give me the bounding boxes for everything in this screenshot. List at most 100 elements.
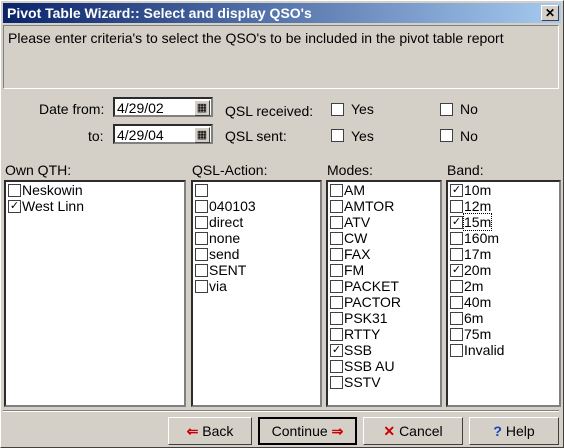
modes-item[interactable]: PSK31 [330, 310, 388, 326]
checked-checkbox-icon[interactable]: ✓ [450, 215, 463, 229]
checkbox-icon[interactable] [330, 231, 343, 245]
qsl-received-label: QSL received: [225, 103, 314, 119]
back-label: Back [202, 423, 234, 439]
checked-checkbox-icon[interactable]: ✓ [450, 263, 463, 277]
checkbox-icon[interactable] [330, 359, 343, 373]
checkbox-icon[interactable] [330, 375, 343, 389]
calendar-icon[interactable]: ▦ [194, 127, 210, 143]
qsl-received-yes-checkbox[interactable] [331, 103, 344, 116]
date-from-field[interactable]: 4/29/02 ▦ [113, 97, 213, 117]
modes-item[interactable]: AMTOR [330, 198, 394, 214]
modes-list[interactable]: AM AMTOR ATV CW FAX FM PACKET PACTOR PSK31 RTTY ✓ S… [326, 180, 442, 407]
help-button[interactable]: ? Help [469, 417, 559, 445]
band-list[interactable]: ✓ 10m 12m ✓ 15m 160m 17m ✓ 20m 2m 40m 6m 75m Invalid [446, 180, 561, 407]
checkbox-icon[interactable] [330, 215, 343, 229]
band-item[interactable]: 2m [450, 278, 483, 294]
checkbox-icon[interactable] [195, 231, 208, 245]
checkbox-icon[interactable] [330, 327, 343, 341]
item-label: PSK31 [344, 310, 388, 326]
separator [3, 410, 559, 412]
checkbox-icon[interactable] [8, 183, 21, 197]
modes-item[interactable]: PACKET [330, 278, 399, 294]
checkbox-icon[interactable] [450, 231, 463, 245]
checkbox-icon[interactable] [330, 199, 343, 213]
modes-item[interactable]: PACTOR [330, 294, 401, 310]
modes-item[interactable]: AM [330, 182, 365, 198]
left-arrow-icon: ⇐ [186, 423, 199, 439]
band-item[interactable]: 160m [450, 230, 499, 246]
checkbox-icon[interactable] [330, 279, 343, 293]
qsl-sent-no-checkbox[interactable] [440, 129, 453, 142]
date-to-label: to: [88, 128, 104, 144]
qsl-sent-yes-checkbox[interactable] [331, 129, 344, 142]
item-label: send [209, 246, 240, 262]
checkbox-icon[interactable] [450, 311, 463, 325]
checkbox-icon[interactable] [330, 295, 343, 309]
qsl-action-item[interactable]: 040103 [195, 198, 256, 214]
checked-checkbox-icon[interactable]: ✓ [8, 199, 21, 213]
checkbox-icon[interactable] [450, 247, 463, 261]
modes-item[interactable]: ✓ SSB [330, 342, 372, 358]
qsl-action-item[interactable]: none [195, 230, 240, 246]
own-qth-item[interactable]: Neskowin [8, 182, 83, 198]
modes-item[interactable]: ATV [330, 214, 370, 230]
item-label: CW [344, 230, 368, 246]
qsl-action-label: QSL-Action: [192, 162, 268, 178]
help-question-icon: ? [493, 423, 502, 439]
own-qth-item[interactable]: ✓ West Linn [8, 198, 84, 214]
modes-item[interactable]: FM [330, 262, 364, 278]
item-label: 10m [464, 182, 492, 198]
checkbox-icon[interactable] [195, 215, 208, 229]
back-button[interactable]: ⇐ Back [168, 417, 252, 445]
qsl-action-item[interactable]: via [195, 278, 227, 294]
instruction-box: Please enter criteria's to select the QS… [3, 25, 559, 89]
checkbox-icon[interactable] [450, 199, 463, 213]
cancel-button[interactable]: ✕ Cancel [363, 417, 463, 445]
date-to-field[interactable]: 4/29/04 ▦ [113, 124, 213, 144]
band-item[interactable]: ✓ 10m [450, 182, 491, 198]
checkbox-icon[interactable] [450, 295, 463, 309]
checkbox-icon[interactable] [450, 327, 463, 341]
qsl-action-list[interactable]: 040103 direct none send SENT via [191, 180, 322, 407]
qsl-action-item[interactable]: send [195, 246, 239, 262]
checkbox-icon[interactable] [195, 279, 208, 293]
qsl-sent-no-label: No [460, 128, 478, 144]
item-label: none [209, 230, 241, 246]
close-button[interactable]: ✕ [541, 5, 559, 21]
band-item[interactable]: ✓ 15m [450, 213, 493, 231]
modes-item[interactable]: CW [330, 230, 367, 246]
band-item[interactable]: 75m [450, 326, 491, 342]
band-item[interactable]: 17m [450, 246, 491, 262]
band-item[interactable]: ✓ 20m [450, 262, 491, 278]
checked-checkbox-icon[interactable]: ✓ [330, 343, 343, 357]
modes-item[interactable]: FAX [330, 246, 370, 262]
checkbox-icon[interactable] [330, 311, 343, 325]
checkbox-icon[interactable] [450, 343, 463, 357]
checkbox-icon[interactable] [195, 183, 208, 197]
qsl-action-item[interactable] [195, 182, 209, 198]
checkbox-icon[interactable] [330, 263, 343, 277]
continue-button[interactable]: Continue ⇒ [258, 417, 357, 445]
qsl-received-no-checkbox[interactable] [440, 103, 453, 116]
band-item[interactable]: Invalid [450, 342, 504, 358]
checkbox-icon[interactable] [450, 279, 463, 293]
item-label: ATV [344, 214, 371, 230]
checkbox-icon[interactable] [195, 199, 208, 213]
qsl-action-item[interactable]: SENT [195, 262, 246, 278]
checkbox-icon[interactable] [195, 263, 208, 277]
band-item[interactable]: 40m [450, 294, 491, 310]
checked-checkbox-icon[interactable]: ✓ [450, 183, 463, 197]
date-to-value: 4/29/04 [117, 127, 164, 143]
checkbox-icon[interactable] [195, 247, 208, 261]
band-item[interactable]: 6m [450, 310, 483, 326]
qsl-received-no-label: No [460, 101, 478, 117]
modes-item[interactable]: SSTV [330, 374, 381, 390]
checkbox-icon[interactable] [330, 247, 343, 261]
own-qth-list[interactable]: Neskowin ✓ West Linn [4, 180, 186, 407]
band-item[interactable]: 12m [450, 198, 491, 214]
modes-item[interactable]: RTTY [330, 326, 380, 342]
calendar-icon[interactable]: ▦ [194, 100, 210, 116]
qsl-action-item[interactable]: direct [195, 214, 243, 230]
modes-item[interactable]: SSB AU [330, 358, 395, 374]
checkbox-icon[interactable] [330, 183, 343, 197]
